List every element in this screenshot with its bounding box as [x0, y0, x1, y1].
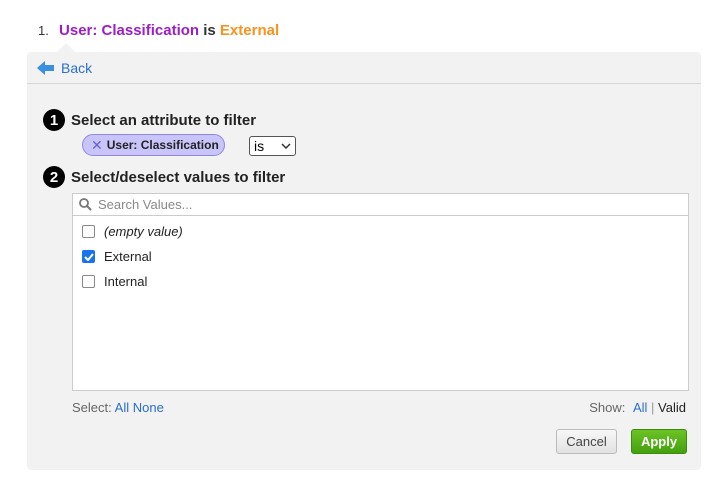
filter-value[interactable]: External [220, 22, 279, 39]
show-links: Show: All | Valid [589, 400, 686, 415]
select-none-link[interactable]: None [133, 400, 164, 415]
attribute-chip[interactable]: ✕ User: Classification [82, 134, 225, 156]
filter-index: 1. [38, 23, 49, 38]
step1-badge: 1 [43, 109, 65, 131]
show-all-link[interactable]: All [633, 400, 647, 415]
operator-select[interactable]: is [249, 136, 296, 156]
value-label: Internal [104, 274, 148, 289]
search-icon [79, 198, 92, 211]
back-label: Back [61, 59, 93, 76]
filter-editor-panel: Back 1 Select an attribute to filter ✕ U… [27, 52, 701, 470]
check-icon [83, 252, 94, 261]
value-label: External [104, 249, 152, 264]
checkbox[interactable] [82, 275, 95, 288]
show-valid-link[interactable]: Valid [658, 400, 686, 415]
step2-title: Select/deselect values to filter [71, 168, 286, 186]
value-option-external[interactable]: External [73, 244, 688, 269]
checkbox[interactable] [82, 225, 95, 238]
filter-operator: is [203, 22, 216, 39]
step1-heading: 1 Select an attribute to filter [43, 109, 256, 131]
search-placeholder: Search Values... [98, 197, 193, 212]
separator: | [651, 400, 655, 415]
attribute-chip-label: User: Classification [106, 138, 219, 152]
apply-button[interactable]: Apply [631, 429, 687, 454]
step2-badge: 2 [43, 166, 65, 188]
chevron-down-icon [281, 143, 291, 149]
checkbox-checked[interactable] [82, 250, 95, 263]
select-all-link[interactable]: All [115, 400, 129, 415]
search-values-input[interactable]: Search Values... [73, 194, 688, 216]
select-links: Select: All None [72, 400, 164, 415]
values-list: Search Values... (empty value) External … [72, 193, 689, 391]
select-label: Select: [72, 400, 112, 415]
step2-heading: 2 Select/deselect values to filter [43, 166, 285, 188]
show-label: Show: [589, 400, 626, 415]
step1-title: Select an attribute to filter [71, 111, 257, 129]
close-icon[interactable]: ✕ [91, 137, 103, 154]
value-option-empty[interactable]: (empty value) [73, 219, 688, 244]
filter-attribute[interactable]: User: Classification [59, 22, 199, 39]
back-button[interactable]: Back [37, 60, 92, 76]
arrow-left-icon [37, 60, 54, 75]
operator-value: is [254, 138, 265, 154]
filter-summary: 1. User: Classification is External [38, 22, 279, 39]
cancel-button[interactable]: Cancel [556, 429, 617, 454]
value-option-internal[interactable]: Internal [73, 269, 688, 294]
value-label: (empty value) [104, 224, 183, 239]
panel-header: Back [27, 52, 701, 84]
